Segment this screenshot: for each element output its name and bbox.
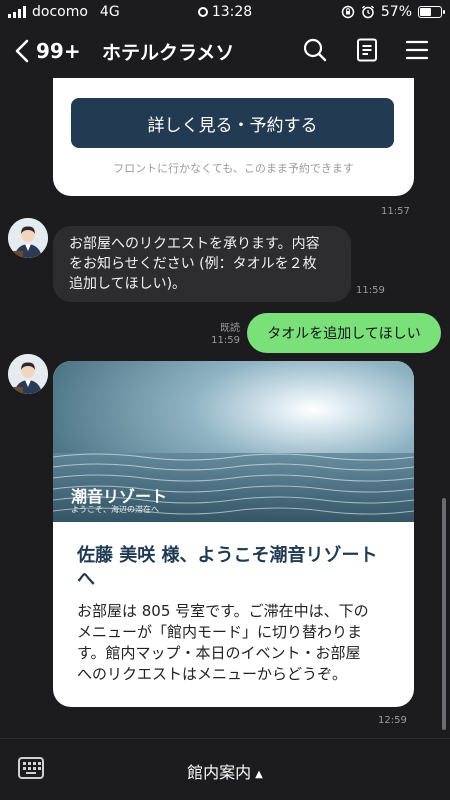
reservation-note: フロントに行かなくても、このまま予約できます — [113, 162, 354, 175]
card-body-line: す。館内マップ・本日のイベント・お部屋 — [77, 644, 361, 662]
status-bar: docomo 4G 13:28 57% — [0, 0, 450, 24]
back-button[interactable]: 99+ — [14, 38, 81, 64]
message-time: 11:59 — [211, 335, 240, 346]
battery-percent: 57% — [380, 4, 412, 20]
message-line: 追加してほしい)。 — [69, 276, 187, 292]
battery-icon — [418, 6, 445, 18]
reservation-card: 詳しく見る・予約する フロントに行かなくても、このまま予約できます — [53, 78, 414, 196]
hero-subtitle: ようこそ、海辺の滞在へ — [71, 505, 159, 514]
menu-toggle[interactable]: 館内案内 ▲ — [0, 759, 450, 783]
screen-record-icon — [197, 7, 208, 17]
chevron-left-icon — [15, 39, 29, 63]
read-receipt: 既読 — [220, 323, 240, 334]
concierge-avatar-icon — [8, 354, 48, 394]
menu-label: 館内案内 — [187, 763, 252, 782]
card-body-line: へのリクエストはメニューからどうぞ。 — [77, 665, 348, 683]
hamburger-icon[interactable] — [404, 37, 430, 63]
message-line: をお知らせください (例：タオルを２枚 — [69, 256, 317, 272]
welcome-card[interactable]: 潮音リゾート ようこそ、海辺の滞在へ 佐藤 美咲 様、ようこそ潮音リゾート へ … — [53, 361, 414, 707]
alarm-icon — [361, 5, 374, 19]
concierge-avatar-icon — [8, 218, 48, 258]
note-icon[interactable] — [354, 37, 380, 63]
card-title-line: 佐藤 美咲 様、ようこそ潮音リゾート — [77, 545, 378, 566]
card-title-line: へ — [77, 569, 95, 590]
details-reserve-button[interactable]: 詳しく見る・予約する — [71, 98, 394, 148]
message-time: 12:59 — [378, 715, 407, 726]
card-body-line: メニューが「館内モード」に切り替わりま — [77, 623, 363, 641]
status-right: 57% — [341, 4, 445, 20]
caret-up-icon: ▲ — [255, 769, 263, 780]
message-line: お部屋へのリクエストを承ります。内容 — [69, 236, 320, 252]
time-label: 13:28 — [211, 4, 253, 20]
rotation-lock-icon — [341, 5, 355, 19]
message-time: 11:59 — [356, 285, 385, 296]
card-body-line: お部屋は 805 号室です。ご滞在中は、下の — [77, 602, 369, 620]
card-body: お部屋は 805 号室です。ご滞在中は、下の メニューが「館内モード」に切り替わ… — [77, 601, 397, 685]
scrollbar[interactable] — [442, 498, 446, 730]
chat-header: 99+ ホテルクラメソ — [0, 24, 450, 78]
message-time: 11:57 — [381, 206, 410, 217]
avatar[interactable] — [8, 354, 48, 394]
card-title: 佐藤 美咲 様、ようこそ潮音リゾート へ — [77, 544, 397, 592]
unread-count: 99+ — [36, 39, 81, 63]
incoming-message: お部屋へのリクエストを承ります。内容 をお知らせください (例：タオルを２枚 追… — [53, 226, 351, 302]
rich-menu-bar: 館内案内 ▲ — [0, 738, 450, 800]
outgoing-message: タオルを追加してほしい — [247, 313, 441, 353]
chat-area[interactable]: 詳しく見る・予約する フロントに行かなくても、このまま予約できます 11:57 … — [0, 78, 450, 738]
avatar[interactable] — [8, 218, 48, 258]
search-icon[interactable] — [302, 37, 328, 63]
chat-title: ホテルクラメソ — [102, 42, 235, 64]
